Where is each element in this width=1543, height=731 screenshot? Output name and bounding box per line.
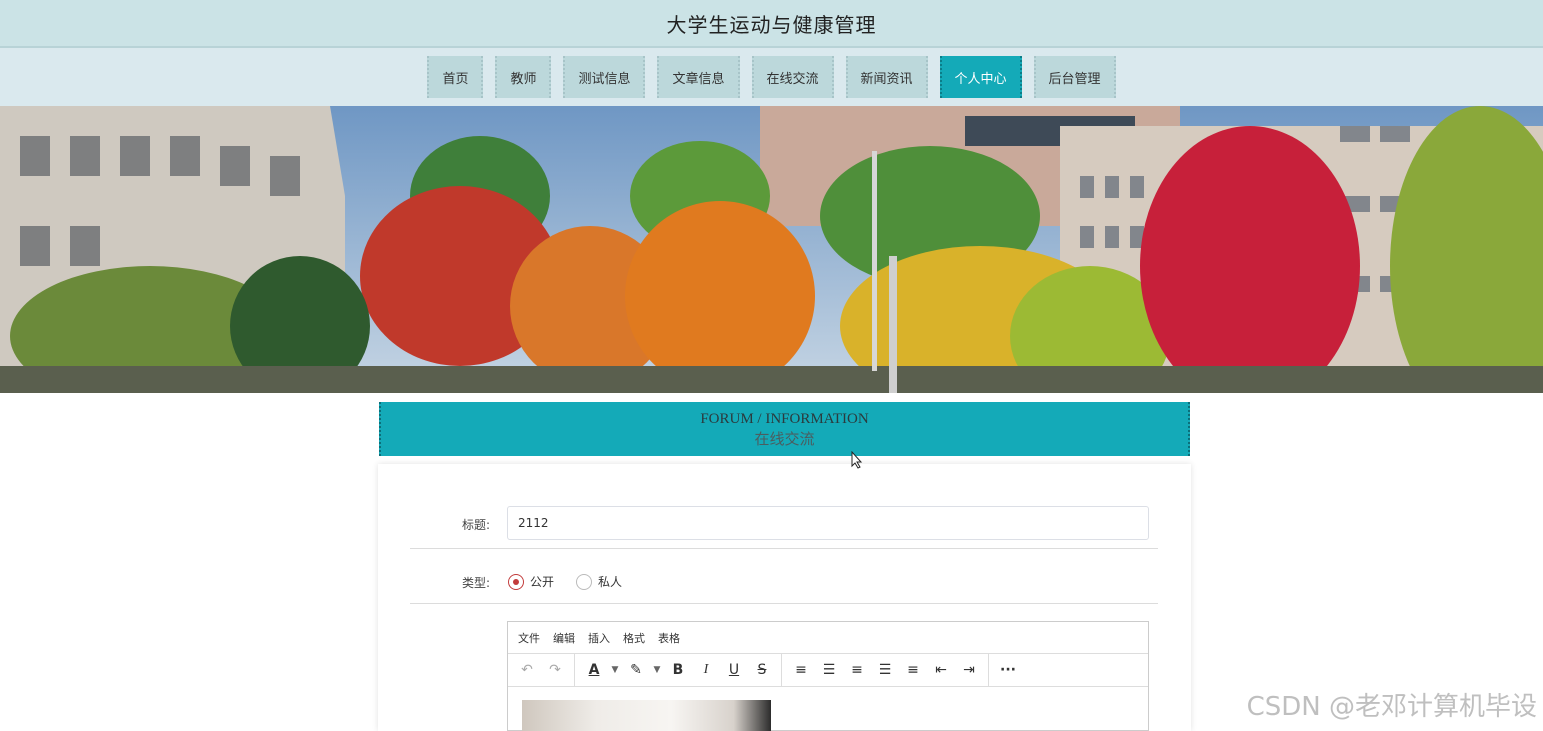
campus-banner-image <box>0 106 1543 393</box>
title-label: 标题: <box>462 518 491 532</box>
forum-section-header: FORUM / INFORMATION 在线交流 <box>379 402 1190 456</box>
editor-menu-format[interactable]: 格式 <box>623 630 645 646</box>
chevron-down-icon[interactable]: ▼ <box>609 657 621 683</box>
divider <box>410 548 1158 549</box>
type-radio-private[interactable]: 私人 <box>576 573 622 590</box>
nav-item-personal-center[interactable]: 个人中心 <box>939 56 1022 98</box>
site-title: 大学生运动与健康管理 <box>666 12 877 37</box>
indent-icon[interactable]: ⇥ <box>956 657 982 683</box>
chevron-down-icon[interactable]: ▼ <box>651 657 663 683</box>
radio-unchecked-icon <box>576 573 592 590</box>
rich-text-editor: 文件 编辑 插入 格式 表格 ↶ ↷ A ▼ ✎ ▼ B I U S ≡ ☰ ≡… <box>507 621 1149 731</box>
type-option-public-label: 公开 <box>530 575 555 589</box>
site-header: 大学生运动与健康管理 <box>0 0 1543 48</box>
section-title-cn: 在线交流 <box>754 432 815 448</box>
more-icon[interactable]: ··· <box>995 657 1021 683</box>
editor-menu-edit[interactable]: 编辑 <box>553 630 575 646</box>
italic-icon[interactable]: I <box>693 657 719 683</box>
align-right-icon[interactable]: ☰ <box>872 657 898 683</box>
editor-content-area[interactable] <box>508 687 1148 731</box>
editor-menu-table[interactable]: 表格 <box>658 630 680 646</box>
radio-checked-icon <box>508 573 524 590</box>
nav-item-home[interactable]: 首页 <box>427 56 484 98</box>
embedded-photo[interactable] <box>522 700 771 731</box>
underline-icon[interactable]: U <box>721 657 747 683</box>
editor-menu-insert[interactable]: 插入 <box>588 630 610 646</box>
type-radio-public[interactable]: 公开 <box>508 573 554 590</box>
title-input[interactable] <box>507 506 1149 540</box>
nav-item-article-info[interactable]: 文章信息 <box>657 56 740 98</box>
font-color-icon[interactable]: A <box>581 657 607 683</box>
nav-item-teacher[interactable]: 教师 <box>495 56 552 98</box>
redo-icon[interactable]: ↷ <box>542 657 568 683</box>
nav-item-online-forum[interactable]: 在线交流 <box>751 56 834 98</box>
csdn-watermark: CSDN @老邓计算机毕设 <box>1246 692 1537 722</box>
highlight-color-icon[interactable]: ✎ <box>623 657 649 683</box>
align-justify-icon[interactable]: ≡ <box>900 657 926 683</box>
line-height-icon[interactable]: ≡ <box>788 657 814 683</box>
align-center-icon[interactable]: ≡ <box>844 657 870 683</box>
nav-item-test-info[interactable]: 测试信息 <box>563 56 646 98</box>
banner-illustration <box>0 106 1543 393</box>
strikethrough-icon[interactable]: S <box>749 657 775 683</box>
main-nav: 首页 教师 测试信息 文章信息 在线交流 新闻资讯 个人中心 后台管理 <box>0 48 1543 106</box>
divider <box>410 603 1158 604</box>
section-title-en: FORUM / INFORMATION <box>700 411 869 427</box>
align-left-icon[interactable]: ☰ <box>816 657 842 683</box>
undo-icon[interactable]: ↶ <box>514 657 540 683</box>
type-label: 类型: <box>462 576 491 590</box>
mouse-cursor-icon <box>851 450 863 473</box>
editor-menu-file[interactable]: 文件 <box>518 630 540 646</box>
editor-toolbar: ↶ ↷ A ▼ ✎ ▼ B I U S ≡ ☰ ≡ ☰ ≡ ⇤ ⇥ ··· <box>508 654 1148 687</box>
nav-item-news[interactable]: 新闻资讯 <box>845 56 928 98</box>
type-option-private-label: 私人 <box>598 575 623 589</box>
nav-item-admin[interactable]: 后台管理 <box>1033 56 1116 98</box>
outdent-icon[interactable]: ⇤ <box>928 657 954 683</box>
bold-icon[interactable]: B <box>665 657 691 683</box>
editor-menubar: 文件 编辑 插入 格式 表格 <box>508 622 1148 654</box>
